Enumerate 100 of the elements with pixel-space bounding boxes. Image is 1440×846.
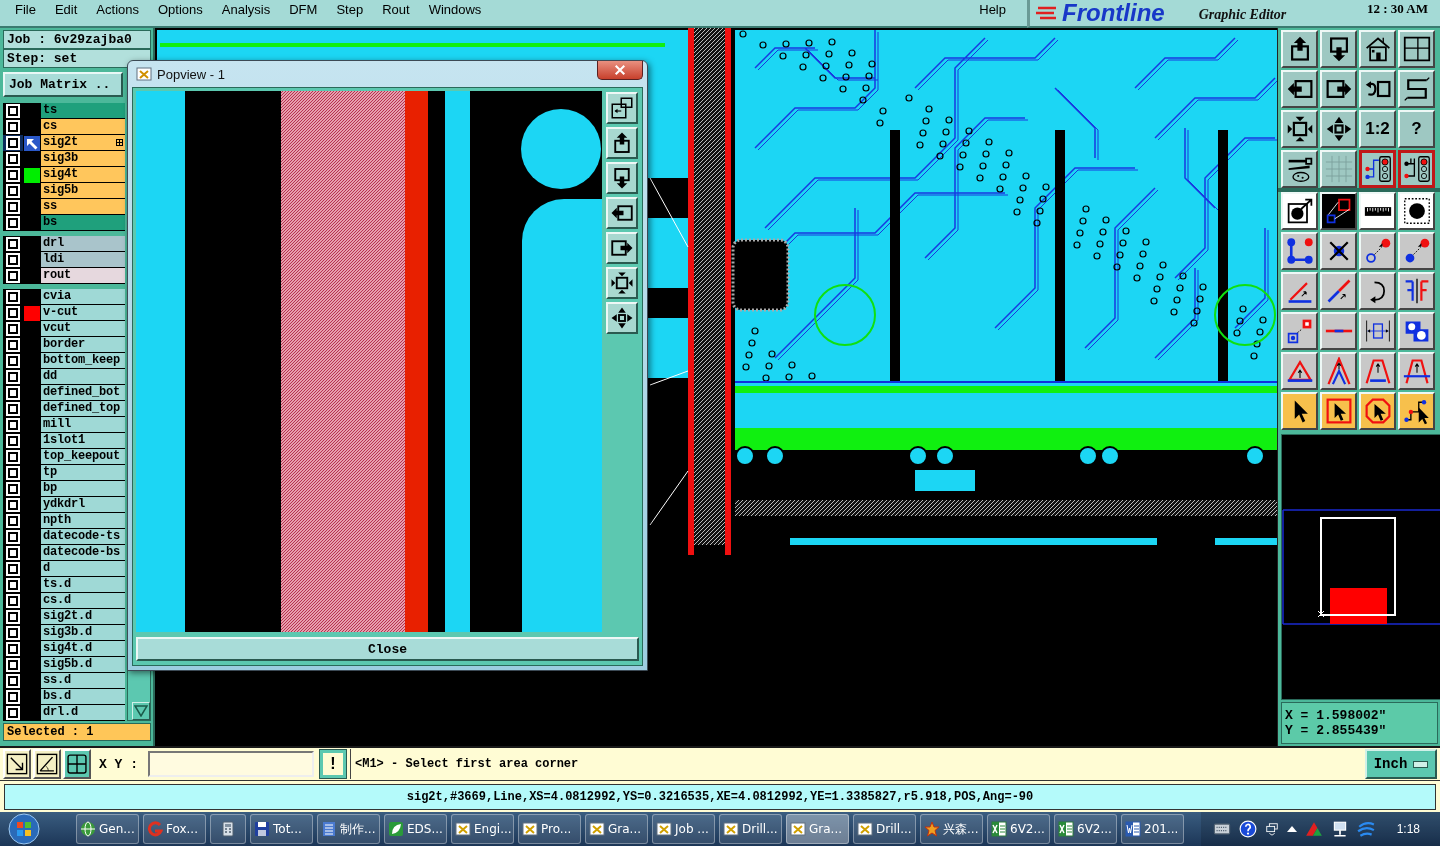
layer-name[interactable]: datecode-bs [41, 545, 125, 560]
checkbox[interactable] [8, 436, 18, 446]
layer-name[interactable]: dd [41, 369, 125, 384]
units-dropdown[interactable]: Inch [1365, 749, 1437, 779]
checkbox[interactable] [8, 308, 18, 318]
layer-name[interactable]: tp [41, 465, 125, 480]
taskbar-button[interactable]: 6V2... [1054, 814, 1117, 844]
tool-button[interactable]: 1:2 [1359, 110, 1396, 148]
checkbox[interactable] [8, 692, 18, 702]
taskbar-button[interactable]: 兴森... [920, 814, 983, 844]
checkbox[interactable] [8, 516, 18, 526]
menu-item[interactable]: Analysis [221, 2, 271, 17]
checkbox[interactable] [8, 218, 18, 228]
taskbar-button[interactable]: Job ... [652, 814, 715, 844]
taskbar-button[interactable]: 201... [1121, 814, 1184, 844]
checkbox[interactable] [8, 580, 18, 590]
taskbar-button[interactable]: Gra... [786, 814, 849, 844]
close-button[interactable]: Close [136, 637, 639, 661]
checkbox[interactable] [8, 170, 18, 180]
checkbox[interactable] [8, 372, 18, 382]
checkbox[interactable] [8, 154, 18, 164]
layer-name[interactable]: ss.d [41, 673, 125, 688]
tool-button[interactable] [1359, 150, 1396, 188]
layer-name[interactable]: cvia [41, 289, 125, 304]
layer-name[interactable]: bs [41, 215, 125, 230]
taskbar-button[interactable]: 制作... [317, 814, 380, 844]
checkbox[interactable] [8, 548, 18, 558]
layer-name[interactable]: vcut [41, 321, 125, 336]
menu-item[interactable]: File [15, 2, 36, 17]
checkbox[interactable] [8, 122, 18, 132]
checkbox[interactable] [8, 404, 18, 414]
checkbox[interactable] [8, 500, 18, 510]
layer-name[interactable]: top_keepout [41, 449, 125, 464]
job-matrix-button[interactable]: Job Matrix .. [3, 72, 123, 97]
taskbar-button[interactable]: Fox... [143, 814, 206, 844]
layer-name[interactable]: datecode-ts [41, 529, 125, 544]
up-arrow-icon[interactable] [1286, 826, 1297, 832]
layer-name[interactable]: sig5b.d [41, 657, 125, 672]
checkbox[interactable] [8, 420, 18, 430]
layer-name[interactable]: ydkdrl [41, 497, 125, 512]
checkbox[interactable] [8, 564, 18, 574]
layer-name[interactable]: defined_top [41, 401, 125, 416]
checkbox[interactable] [8, 596, 18, 606]
checkbox[interactable] [8, 532, 18, 542]
taskbar-button[interactable]: Gen... [76, 814, 139, 844]
layer-name[interactable]: sig5b [41, 183, 125, 198]
layer-name[interactable]: bp [41, 481, 125, 496]
tool-button[interactable] [1398, 150, 1435, 188]
taskbar-button[interactable]: Drill... [719, 814, 782, 844]
layer-name[interactable]: cs.d [41, 593, 125, 608]
menu-item[interactable]: Help [979, 2, 1006, 17]
layer-name[interactable]: drl [41, 236, 125, 251]
keyboard-icon[interactable] [1212, 823, 1231, 835]
checkbox[interactable] [8, 628, 18, 638]
taskbar-button[interactable]: Pro... [518, 814, 581, 844]
layer-name[interactable]: d [41, 561, 125, 576]
checkbox[interactable] [8, 324, 18, 334]
menu-item[interactable]: Edit [54, 2, 78, 17]
layer-name[interactable]: border [41, 337, 125, 352]
layer-name[interactable]: v-cut [41, 305, 125, 320]
checkbox[interactable] [8, 138, 18, 148]
taskbar-button[interactable]: 6V2... [987, 814, 1050, 844]
layer-name[interactable]: 1slot1 [41, 433, 125, 448]
taskbar-button[interactable]: Engi... [451, 814, 514, 844]
layer-name[interactable]: ldi [41, 252, 125, 267]
layer-name[interactable]: sig2t.d [41, 609, 125, 624]
menu-item[interactable]: Rout [382, 2, 410, 17]
checkbox[interactable] [8, 644, 18, 654]
checkbox[interactable] [8, 340, 18, 350]
checkbox[interactable] [8, 484, 18, 494]
menu-item[interactable]: Windows [428, 2, 482, 17]
checkbox[interactable] [8, 452, 18, 462]
layer-name[interactable]: mill [41, 417, 125, 432]
checkbox[interactable] [8, 271, 18, 281]
checkbox[interactable] [8, 292, 18, 302]
checkbox[interactable] [8, 676, 18, 686]
layer-name[interactable]: drl.d [41, 705, 125, 720]
taskbar-button[interactable]: Tot... [250, 814, 313, 844]
checkbox[interactable] [8, 612, 18, 622]
checkbox[interactable] [8, 708, 18, 718]
help-icon[interactable] [1238, 820, 1257, 838]
scroll-down-button[interactable] [132, 702, 150, 720]
taskbar-button[interactable] [210, 814, 246, 844]
menu-item[interactable]: DFM [289, 2, 318, 17]
layer-name[interactable]: cs [41, 119, 125, 134]
layer-name[interactable]: sig4t.d [41, 641, 125, 656]
alert-button[interactable]: ! [320, 750, 346, 778]
layer-name[interactable]: sig4t [41, 167, 125, 182]
checkbox[interactable] [8, 106, 18, 116]
layer-name[interactable]: npth [41, 513, 125, 528]
layer-name[interactable]: sig2t [41, 135, 125, 150]
checkbox[interactable] [8, 660, 18, 670]
window-close-button[interactable] [597, 61, 643, 80]
menu-item[interactable]: Options [158, 2, 203, 17]
checkbox[interactable] [8, 202, 18, 212]
checkbox[interactable] [8, 255, 18, 265]
checkbox[interactable] [8, 468, 18, 478]
checkbox[interactable] [8, 388, 18, 398]
layer-name[interactable]: sig3b.d [41, 625, 125, 640]
checkbox[interactable] [8, 356, 18, 366]
